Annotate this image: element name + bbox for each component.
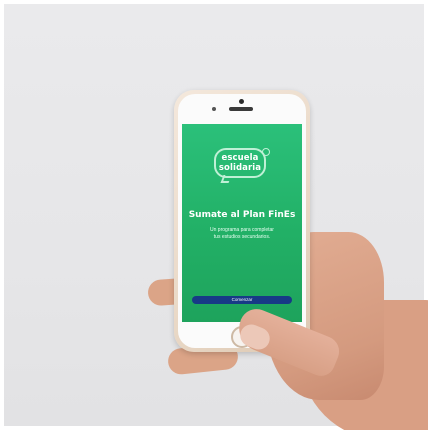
start-button[interactable]: Comenzar <box>192 296 292 304</box>
logo-text-line2: solidaria <box>218 163 262 173</box>
speech-bubble-logo-icon: escuela solidaria <box>214 148 270 183</box>
earpiece-speaker <box>229 107 253 111</box>
logo-text-line1: escuela <box>221 153 259 163</box>
app-screen: escuela solidaria Sumate al Plan FinEs U… <box>182 124 302 322</box>
front-camera <box>239 99 244 104</box>
subtitle-line1: Un programa para completar <box>210 227 274 233</box>
logo-ring-icon <box>262 148 270 156</box>
subtitle: Un programa para completar tus estudios … <box>196 227 288 241</box>
logo-tail-icon <box>220 175 232 183</box>
proximity-sensor <box>212 107 216 111</box>
headline: Sumate al Plan FinEs <box>188 210 296 220</box>
subtitle-line2: tus estudios secundarios. <box>213 234 271 240</box>
